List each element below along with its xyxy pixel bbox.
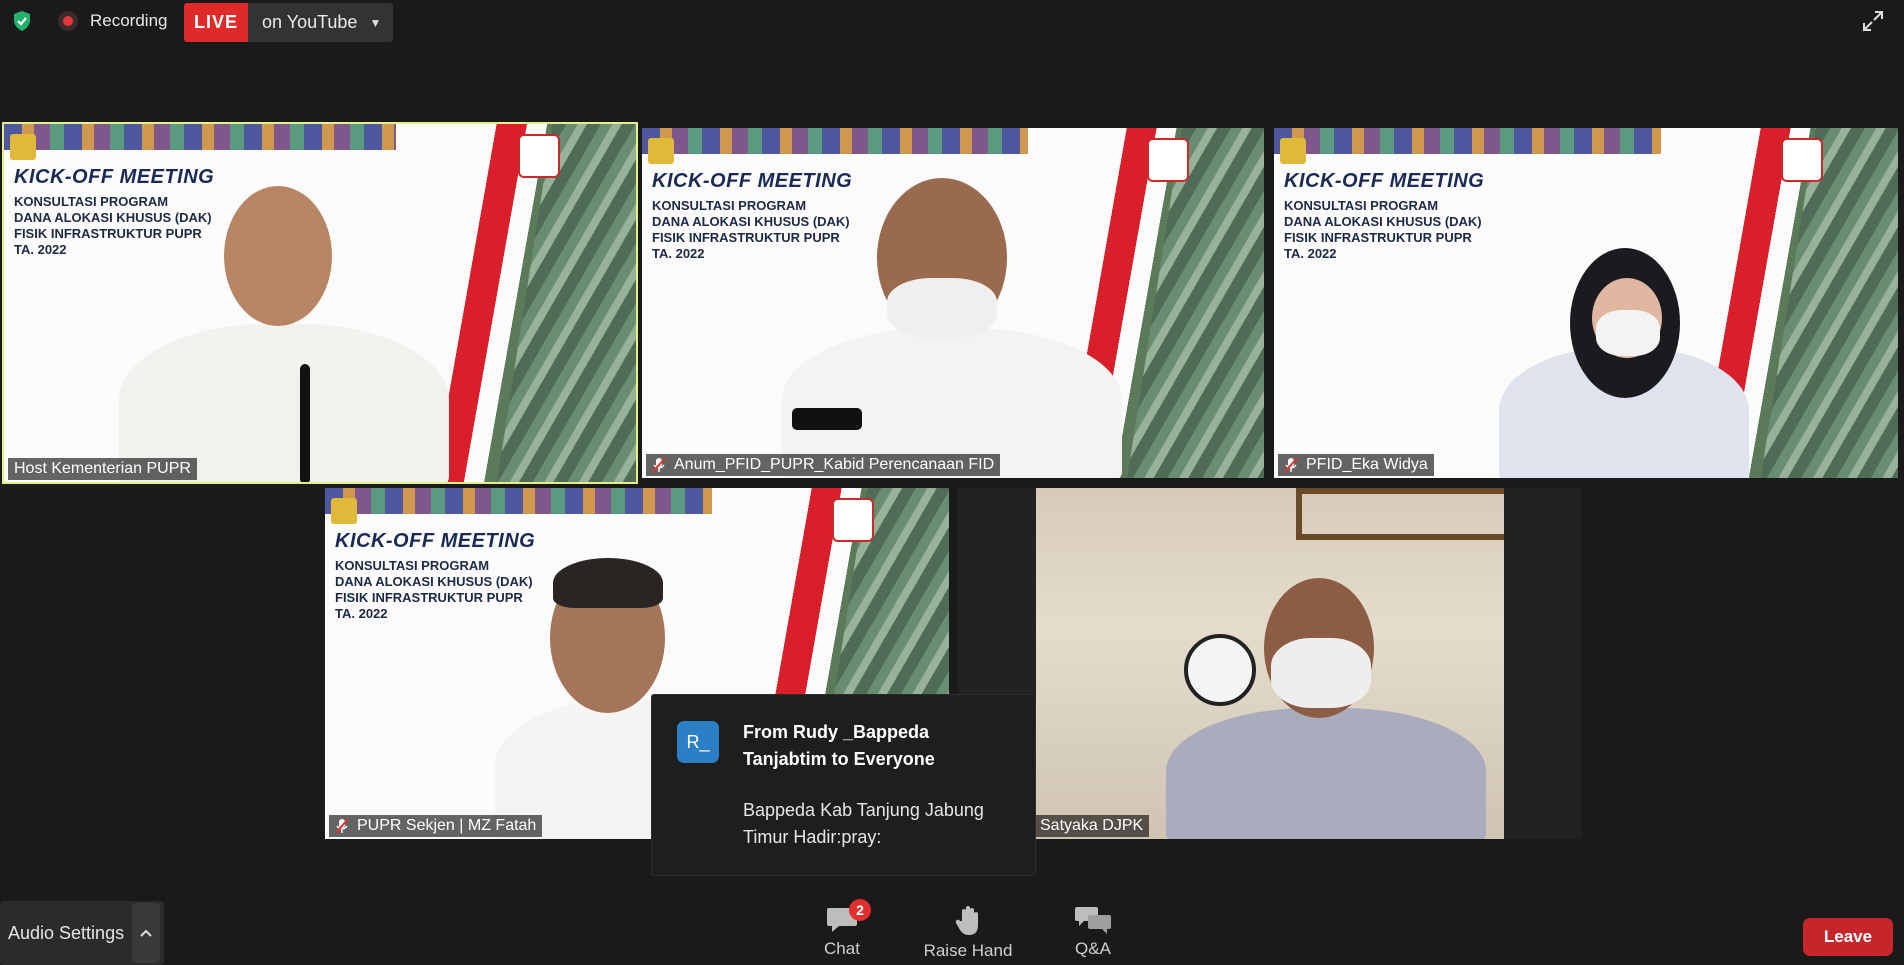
participant-head: [224, 186, 332, 326]
qa-label: Q&A: [1075, 939, 1111, 958]
caret-down-icon: ▼: [369, 15, 382, 30]
chat-button[interactable]: 2 Chat: [787, 899, 897, 965]
participant-name: Anum_PFID_PUPR_Kabid Perencanaan FID: [674, 456, 995, 473]
slide-title: KICK-OFF MEETING: [14, 166, 215, 188]
participant-hair: [553, 558, 663, 608]
participant-name-tag: PUPR Sekjen | MZ Fatah: [329, 815, 543, 837]
chat-notification[interactable]: R_ From Rudy _Bappeda Tanjabtim to Every…: [651, 694, 1036, 876]
anniversary-logo: [518, 134, 561, 178]
batik-pattern: [1274, 128, 1661, 154]
recording-indicator[interactable]: Recording: [58, 8, 168, 34]
participant-name: Satyaka DJPK: [1040, 817, 1144, 834]
security-shield-icon[interactable]: [10, 9, 34, 33]
audio-settings-label: Audio Settings: [8, 922, 125, 943]
batik-pattern: [325, 488, 712, 514]
wall-frame: [1296, 488, 1504, 540]
chevron-up-icon: [140, 929, 152, 937]
recording-label: Recording: [90, 11, 168, 30]
anniversary-logo: [1147, 138, 1190, 182]
mic-muted-icon: [335, 818, 349, 834]
pupr-logo: [10, 134, 36, 160]
anniversary-logo: [832, 498, 875, 542]
raise-hand-label: Raise Hand: [923, 941, 1013, 960]
chat-message: Bappeda Kab Tanjung Jabung Timur Hadir:p…: [743, 800, 984, 847]
microphone: [300, 364, 310, 482]
qa-button[interactable]: Q&A: [1038, 905, 1148, 965]
chat-label: Chat: [824, 939, 860, 958]
slide-title: KICK-OFF MEETING: [335, 530, 536, 552]
qa-icon: [1075, 907, 1111, 934]
slide-subtitle: KONSULTASI PROGRAM DANA ALOKASI KHUSUS (D…: [14, 194, 212, 257]
participant-name-tag: PFID_Eka Widya: [1278, 454, 1434, 476]
participant-name-tag: Satyaka DJPK: [1036, 815, 1150, 837]
batik-pattern: [4, 124, 396, 150]
participant-mask: [1596, 310, 1660, 356]
participant-name-tag: Anum_PFID_PUPR_Kabid Perencanaan FID: [646, 454, 1001, 476]
hand-icon: [955, 906, 978, 935]
video-tile-anum[interactable]: KICK-OFF MEETING KONSULTASI PROGRAM DANA …: [642, 128, 1264, 478]
participant-mask: [887, 278, 997, 338]
video-tile-satyaka[interactable]: Satyaka DJPK: [1036, 488, 1504, 839]
microphone: [792, 408, 862, 430]
batik-pattern: [642, 128, 1028, 154]
slide-title: KICK-OFF MEETING: [1284, 170, 1485, 192]
fullscreen-icon[interactable]: [1862, 10, 1884, 32]
leave-button[interactable]: Leave: [1803, 918, 1893, 956]
chat-unread-badge: 2: [849, 899, 871, 921]
pupr-logo: [331, 498, 357, 524]
live-target-label: on YouTube: [262, 12, 358, 32]
live-target[interactable]: on YouTube ▼: [248, 3, 393, 42]
participant-mask: [1271, 638, 1371, 708]
wall-clock: [1184, 634, 1256, 706]
live-stream-indicator[interactable]: LIVE on YouTube ▼: [184, 3, 394, 42]
pupr-logo: [648, 138, 674, 164]
avatar: R_: [677, 721, 719, 763]
participant-name: Host Kementerian PUPR: [14, 460, 191, 477]
audio-settings-button[interactable]: Audio Settings: [0, 901, 165, 965]
top-bar: Recording LIVE on YouTube ▼: [0, 0, 1904, 48]
participant-body: [1166, 708, 1486, 839]
pupr-logo: [1280, 138, 1306, 164]
slide-title: KICK-OFF MEETING: [652, 170, 853, 192]
participant-name: PFID_Eka Widya: [1306, 456, 1428, 473]
mic-muted-icon: [1284, 457, 1298, 473]
participant-name-tag: Host Kementerian PUPR: [8, 458, 197, 480]
audio-options-button[interactable]: [132, 903, 161, 963]
raise-hand-button[interactable]: Raise Hand: [913, 905, 1023, 965]
slide-subtitle: KONSULTASI PROGRAM DANA ALOKASI KHUSUS (D…: [1284, 198, 1482, 261]
mic-muted-icon: [652, 457, 666, 473]
recording-dot-icon: [58, 11, 78, 31]
live-badge: LIVE: [184, 3, 249, 42]
slide-subtitle: KONSULTASI PROGRAM DANA ALOKASI KHUSUS (D…: [652, 198, 850, 261]
slide-subtitle: KONSULTASI PROGRAM DANA ALOKASI KHUSUS (D…: [335, 558, 533, 621]
video-tile-eka[interactable]: KICK-OFF MEETING KONSULTASI PROGRAM DANA …: [1274, 128, 1898, 478]
anniversary-logo: [1781, 138, 1824, 182]
participant-name: PUPR Sekjen | MZ Fatah: [357, 817, 537, 834]
video-tile-host[interactable]: KICK-OFF MEETING KONSULTASI PROGRAM DANA …: [2, 122, 638, 484]
chat-sender: From Rudy _Bappeda Tanjabtim to Everyone: [743, 722, 935, 769]
